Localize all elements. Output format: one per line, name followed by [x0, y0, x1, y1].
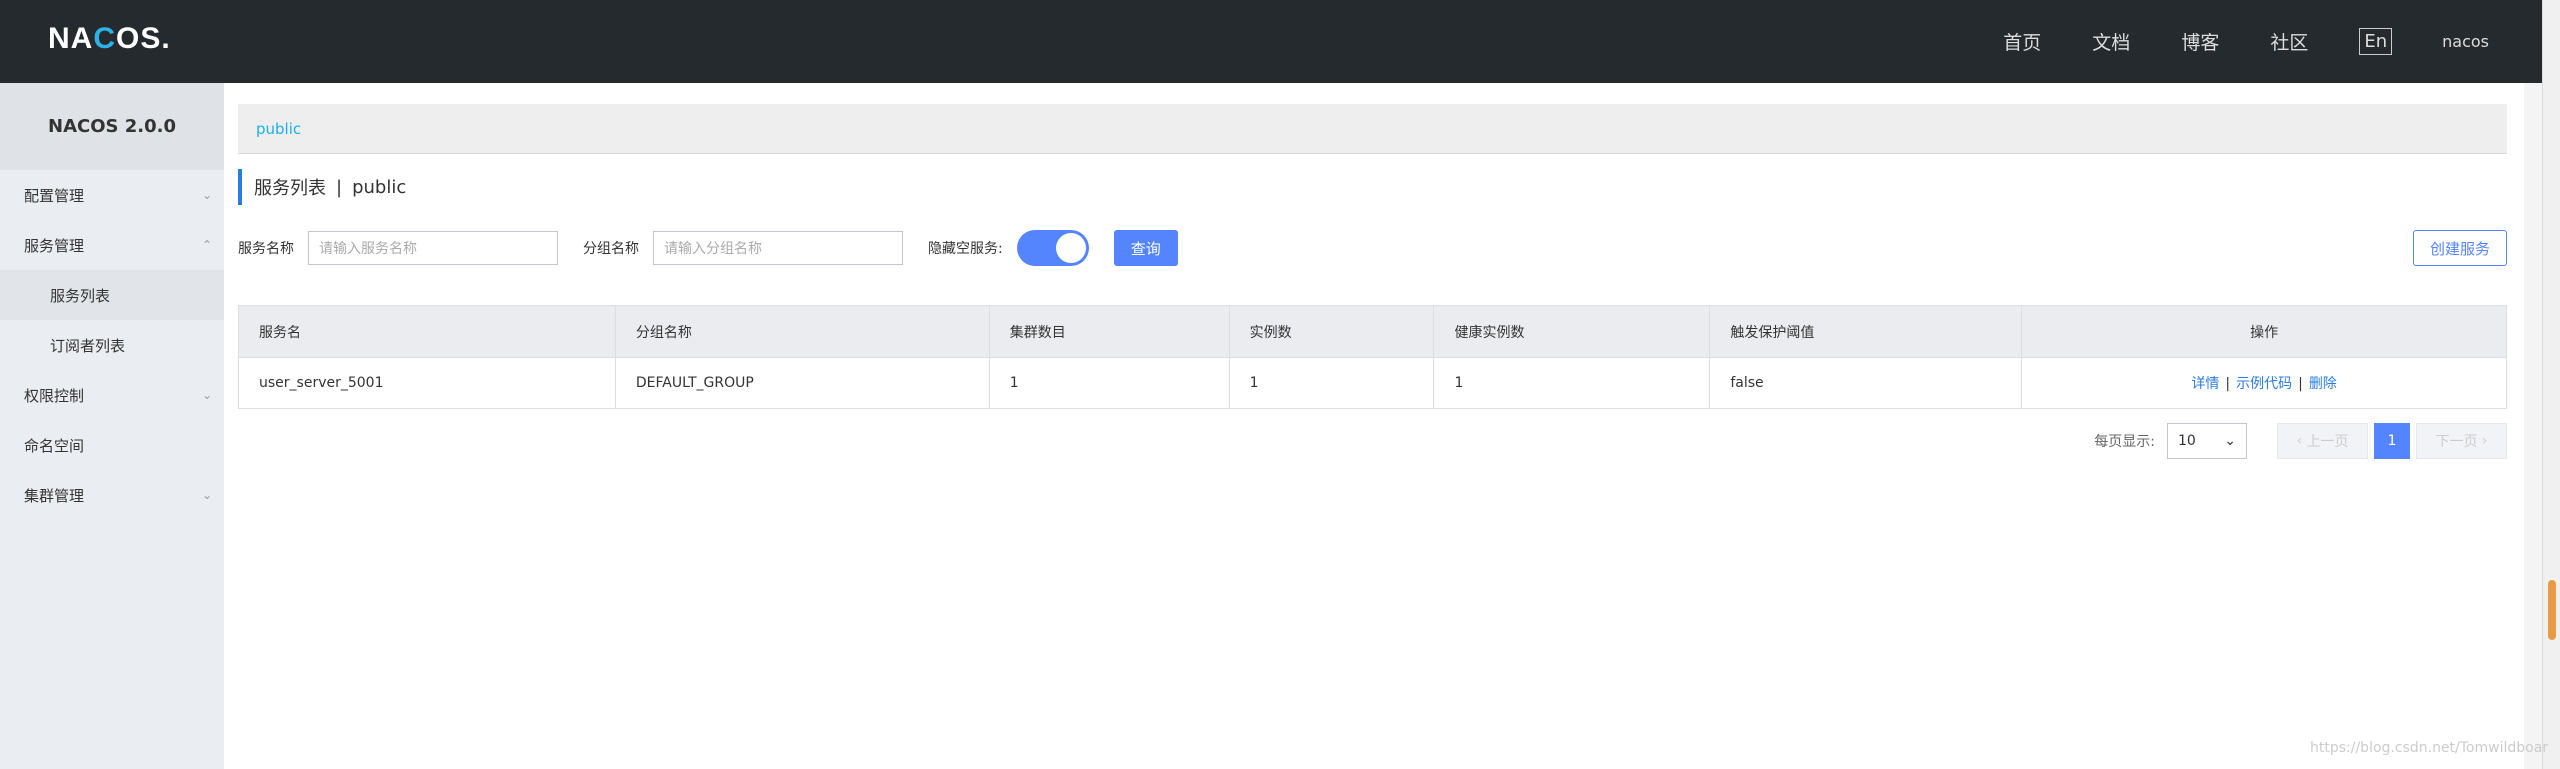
sidebar-item-label: 权限控制	[24, 386, 85, 405]
column-header: 健康实例数	[1433, 305, 1711, 358]
title-separator: |	[336, 176, 343, 198]
chevron-down-icon: ⌄	[201, 188, 212, 202]
column-header: 服务名	[238, 305, 616, 358]
hide-empty-label: 隐藏空服务:	[928, 241, 1003, 257]
cell-cluster-count: 1	[988, 357, 1230, 409]
top-bar: NACOS. 首页 文档 博客 社区 En nacos	[0, 0, 2560, 83]
sidebar: NACOS 2.0.0 配置管理 ⌄ 服务管理 ⌃ 服务列表 订阅者列表 权限控…	[0, 83, 224, 769]
toggle-knob	[1055, 233, 1086, 263]
column-header: 触发保护阈值	[1709, 305, 2023, 358]
cell-healthy-count: 1	[1433, 357, 1711, 409]
service-table: 服务名 分组名称 集群数目 实例数 健康实例数 触发保护阈值 操作 user_s…	[238, 305, 2507, 409]
sidebar-item-label: 命名空间	[24, 436, 85, 455]
action-separator: |	[2298, 376, 2303, 392]
sidebar-item-namespace[interactable]: 命名空间	[0, 420, 224, 470]
next-page-button[interactable]: 下一页 ›	[2416, 423, 2507, 459]
sample-code-link[interactable]: 示例代码	[2236, 376, 2292, 392]
service-name-input[interactable]: 请输入服务名称	[308, 231, 558, 265]
sidebar-item-label: 服务列表	[50, 286, 111, 305]
page-number-current[interactable]: 1	[2374, 423, 2410, 459]
sidebar-item-service-list[interactable]: 服务列表	[0, 270, 224, 320]
page-title-main: 服务列表	[254, 178, 326, 199]
cell-protect-threshold: false	[1709, 357, 2023, 409]
delete-link[interactable]: 删除	[2309, 376, 2337, 392]
column-header: 集群数目	[988, 305, 1230, 358]
detail-link[interactable]: 详情	[2191, 376, 2219, 392]
sidebar-item-label: 集群管理	[24, 486, 85, 505]
query-button[interactable]: 查询	[1113, 230, 1178, 266]
sidebar-item-cluster[interactable]: 集群管理 ⌄	[0, 470, 224, 520]
chevron-down-icon: ⌄	[2224, 433, 2236, 449]
cell-service-name: user_server_5001	[238, 357, 616, 409]
chevron-up-icon: ⌃	[201, 238, 212, 252]
nav-home[interactable]: 首页	[2003, 28, 2041, 55]
sidebar-item-config[interactable]: 配置管理 ⌄	[0, 170, 224, 220]
sidebar-item-auth[interactable]: 权限控制 ⌄	[0, 370, 224, 420]
sidebar-item-label: 服务管理	[24, 236, 85, 255]
create-service-button[interactable]: 创建服务	[2413, 230, 2507, 266]
breadcrumb-namespace[interactable]: public	[256, 120, 301, 138]
chevron-left-icon: ‹	[2296, 433, 2307, 449]
user-menu[interactable]: nacos	[2442, 32, 2489, 51]
language-toggle[interactable]: En	[2359, 28, 2393, 55]
chevron-down-icon: ⌄	[201, 388, 212, 402]
sidebar-item-service[interactable]: 服务管理 ⌃	[0, 220, 224, 270]
per-page-select[interactable]: 10 ⌄	[2167, 423, 2247, 459]
content-scrollbar[interactable]	[2524, 83, 2542, 769]
cell-actions: 详情 | 示例代码 | 删除	[2021, 357, 2507, 409]
cell-group-name: DEFAULT_GROUP	[614, 357, 990, 409]
prev-page-button[interactable]: ‹ 上一页	[2277, 423, 2368, 459]
service-name-label: 服务名称	[238, 241, 294, 257]
group-name-label: 分组名称	[583, 241, 639, 257]
next-page-label: 下一页	[2435, 434, 2478, 450]
nav-docs[interactable]: 文档	[2092, 28, 2130, 55]
breadcrumb: public	[238, 104, 2507, 154]
per-page-value: 10	[2178, 433, 2196, 449]
per-page-label: 每页显示:	[2094, 434, 2155, 450]
chevron-down-icon: ⌄	[201, 488, 212, 502]
column-header: 操作	[2021, 305, 2507, 358]
page-title-namespace: public	[352, 176, 407, 198]
sidebar-item-label: 订阅者列表	[50, 336, 126, 355]
scrollbar-thumb[interactable]	[2548, 580, 2556, 640]
nacos-logo[interactable]: NACOS.	[48, 22, 171, 56]
table-row: user_server_5001 DEFAULT_GROUP 1 1 1 fal…	[238, 357, 2507, 409]
column-header: 分组名称	[614, 305, 990, 358]
window-scrollbar[interactable]	[2542, 0, 2560, 769]
column-header: 实例数	[1228, 305, 1435, 358]
table-header-row: 服务名 分组名称 集群数目 实例数 健康实例数 触发保护阈值 操作	[238, 305, 2507, 358]
main-content: public 服务列表 | public 服务名称 请输入服务名称 分组名称 请…	[224, 83, 2524, 769]
sidebar-menu: 配置管理 ⌄ 服务管理 ⌃ 服务列表 订阅者列表 权限控制 ⌄ 命名空间 集群管…	[0, 170, 224, 520]
watermark-text: https://blog.csdn.net/Tomwildboar	[2310, 740, 2549, 756]
sidebar-item-label: 配置管理	[24, 186, 85, 205]
version-label: NACOS 2.0.0	[0, 83, 224, 170]
top-nav: 首页 文档 博客 社区 En nacos	[2003, 0, 2560, 83]
filter-bar: 服务名称 请输入服务名称 分组名称 请输入分组名称 隐藏空服务: 查询 创建服务	[238, 230, 2507, 266]
hide-empty-toggle[interactable]	[1016, 230, 1089, 266]
nav-blog[interactable]: 博客	[2181, 28, 2219, 55]
nav-community[interactable]: 社区	[2270, 28, 2308, 55]
prev-page-label: 上一页	[2306, 434, 2349, 450]
group-name-input[interactable]: 请输入分组名称	[653, 231, 903, 265]
cell-instance-count: 1	[1228, 357, 1435, 409]
chevron-right-icon: ›	[2477, 433, 2488, 449]
sidebar-item-subscriber-list[interactable]: 订阅者列表	[0, 320, 224, 370]
pagination: 每页显示: 10 ⌄ ‹ 上一页 1 下一页 ›	[2094, 423, 2507, 459]
page-title: 服务列表 | public	[238, 169, 406, 205]
action-separator: |	[2225, 376, 2231, 392]
